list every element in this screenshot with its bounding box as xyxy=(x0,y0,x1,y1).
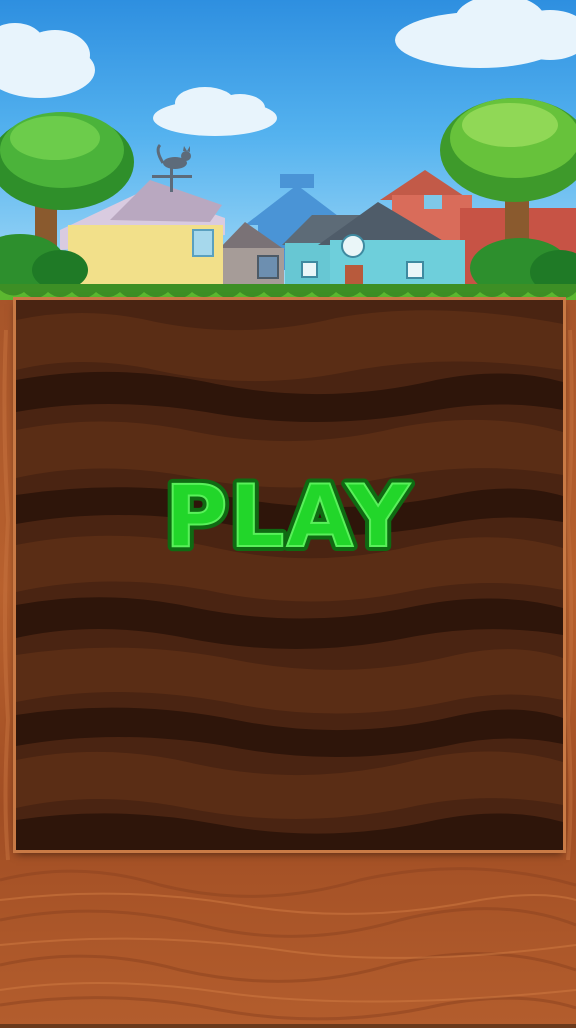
cloud-icon xyxy=(153,87,277,136)
play-label: PLAY xyxy=(165,467,411,564)
game-scene: PLAY PLAY xyxy=(0,0,576,1024)
play-button[interactable]: PLAY PLAY xyxy=(160,460,416,564)
town-illustration xyxy=(0,0,576,315)
cloud-icon xyxy=(395,0,576,68)
play-button-text-art: PLAY PLAY xyxy=(160,462,414,564)
cloud-icon xyxy=(0,23,95,98)
grass-strip xyxy=(0,284,576,315)
dirt-layers xyxy=(16,300,563,850)
sky-background xyxy=(0,0,576,315)
dirt-panel xyxy=(16,300,563,850)
